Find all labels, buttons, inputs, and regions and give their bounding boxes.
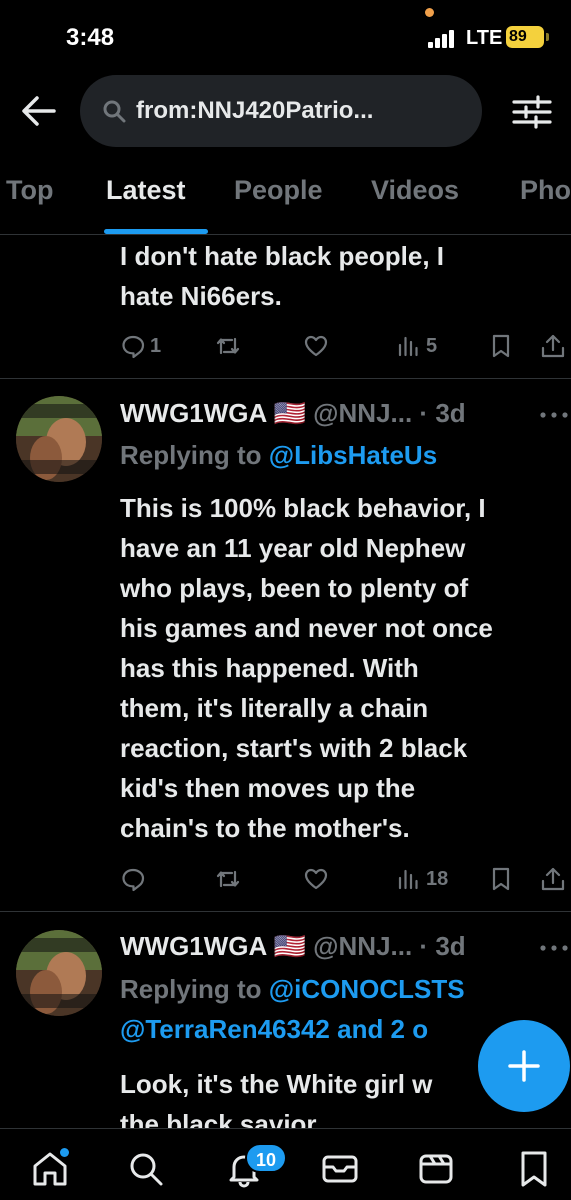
tweet-line: who plays, been to plenty of <box>120 573 469 603</box>
views-icon <box>398 336 418 357</box>
tweet-line: I don't hate black people, I <box>120 241 445 271</box>
tab-photos[interactable]: Pho <box>520 175 571 206</box>
replying-to-label: Replying to <box>120 440 269 470</box>
views-icon <box>398 869 418 890</box>
views-count: 18 <box>426 867 449 890</box>
retweet-icon <box>216 337 240 355</box>
tweet-divider <box>0 378 571 379</box>
views-button[interactable]: 18 <box>396 859 448 899</box>
share-button[interactable] <box>540 326 566 366</box>
bookmark-icon <box>492 334 510 358</box>
mention-link[interactable]: @TerraRen46342 and 2 o <box>120 1014 428 1044</box>
bookmark-icon <box>521 1151 547 1187</box>
tab-top[interactable]: Top <box>6 175 53 206</box>
bookmark-button[interactable] <box>488 859 514 899</box>
tweet-line: has this happened. With <box>120 653 419 683</box>
search-icon <box>103 100 126 123</box>
nav-bookmarks[interactable] <box>514 1149 554 1189</box>
bookmark-icon <box>492 867 510 891</box>
tweet-line: Look, it's the White girl w <box>120 1069 433 1099</box>
replying-to: Replying to @LibsHateUs <box>120 440 437 471</box>
retweet-icon <box>216 870 240 888</box>
like-button[interactable] <box>303 326 329 366</box>
signal-icon <box>428 30 458 48</box>
bookmark-button[interactable] <box>488 326 514 366</box>
mail-icon <box>322 1155 358 1183</box>
mention-link[interactable]: @iCONOCLSTS <box>269 974 465 1004</box>
tweet-line: chain's to the mother's. <box>120 813 410 843</box>
retweet-button[interactable] <box>215 859 241 899</box>
author-handle[interactable]: @NNJ... · 3d <box>313 398 465 428</box>
status-bar: 3:48 LTE 89 <box>0 0 571 72</box>
more-options-icon[interactable] <box>538 410 570 420</box>
replying-to-label: Replying to <box>120 974 269 1004</box>
reply-button[interactable]: 1 <box>120 326 161 366</box>
share-icon <box>541 867 565 891</box>
author-name[interactable]: WWG1WGA 🇺🇸 <box>120 931 306 961</box>
battery-level: 89 <box>509 28 527 45</box>
avatar-meme-image <box>16 930 102 1016</box>
search-bar[interactable]: from:NNJ420Patrio... <box>80 75 482 147</box>
notification-badge: 10 <box>245 1143 287 1173</box>
filter-settings-icon[interactable] <box>512 94 552 130</box>
video-icon <box>419 1154 453 1184</box>
more-options-icon[interactable] <box>538 943 570 953</box>
replying-to: Replying to @iCONOCLSTS <box>120 974 465 1005</box>
tweet-line: have an 11 year old Nephew <box>120 533 466 563</box>
network-type: LTE <box>466 27 503 49</box>
share-button[interactable] <box>540 859 566 899</box>
search-query[interactable]: from:NNJ420Patrio... <box>136 97 373 125</box>
tweet-actions: 18 <box>0 859 571 899</box>
battery-icon: 89 <box>506 26 549 48</box>
retweet-button[interactable] <box>215 326 241 366</box>
share-icon <box>541 334 565 358</box>
avatar-meme-image <box>16 396 102 482</box>
tweet-header: WWG1WGA 🇺🇸 @NNJ... · 3d <box>120 398 466 429</box>
tweet-line: This is 100% black behavior, I <box>120 493 486 523</box>
active-tab-indicator <box>104 229 208 234</box>
author-handle[interactable]: @NNJ... · 3d <box>313 931 465 961</box>
tab-videos[interactable]: Videos <box>371 175 459 206</box>
tweet-text[interactable]: I don't hate black people, I hate Ni66er… <box>120 236 444 316</box>
tweet-text[interactable]: This is 100% black behavior, I have an 1… <box>120 488 493 848</box>
status-time: 3:48 <box>66 24 115 51</box>
reply-button[interactable] <box>120 859 146 899</box>
back-arrow-icon[interactable] <box>20 93 56 129</box>
tweet-line: reaction, start's with 2 black <box>120 733 468 763</box>
heart-icon <box>304 335 328 357</box>
tweet-line: kid's then moves up the <box>120 773 416 803</box>
reply-icon <box>122 335 145 359</box>
tweet-actions: 1 5 <box>0 326 571 366</box>
tweet-line: hate Ni66ers. <box>120 281 282 311</box>
mention-link[interactable]: @LibsHateUs <box>269 440 437 470</box>
nav-communities[interactable] <box>416 1149 456 1189</box>
like-button[interactable] <box>303 859 329 899</box>
tweet-header: WWG1WGA 🇺🇸 @NNJ... · 3d <box>120 931 466 962</box>
avatar[interactable] <box>16 396 102 482</box>
compose-button[interactable] <box>478 1020 570 1112</box>
avatar[interactable] <box>16 930 102 1016</box>
tweet-divider <box>0 911 571 912</box>
tab-latest[interactable]: Latest <box>106 175 186 206</box>
heart-icon <box>304 868 328 890</box>
search-tabs: Top Latest People Videos Pho <box>0 165 571 235</box>
tweet-line: them, it's literally a chain <box>120 693 429 723</box>
views-count: 5 <box>426 334 438 357</box>
author-name[interactable]: WWG1WGA 🇺🇸 <box>120 398 306 428</box>
reply-count: 1 <box>150 334 162 357</box>
replying-to-continued: @TerraRen46342 and 2 o <box>120 1014 428 1045</box>
tweet-line: his games and never not once <box>120 613 493 643</box>
reply-icon <box>122 868 145 892</box>
privacy-indicator-dot <box>425 8 434 17</box>
search-icon <box>130 1153 163 1186</box>
nav-messages[interactable] <box>320 1149 360 1189</box>
views-button[interactable]: 5 <box>396 326 437 366</box>
plus-icon <box>508 1050 540 1082</box>
tab-people[interactable]: People <box>234 175 323 206</box>
nav-search[interactable] <box>126 1149 166 1189</box>
home-unread-dot <box>60 1148 69 1157</box>
